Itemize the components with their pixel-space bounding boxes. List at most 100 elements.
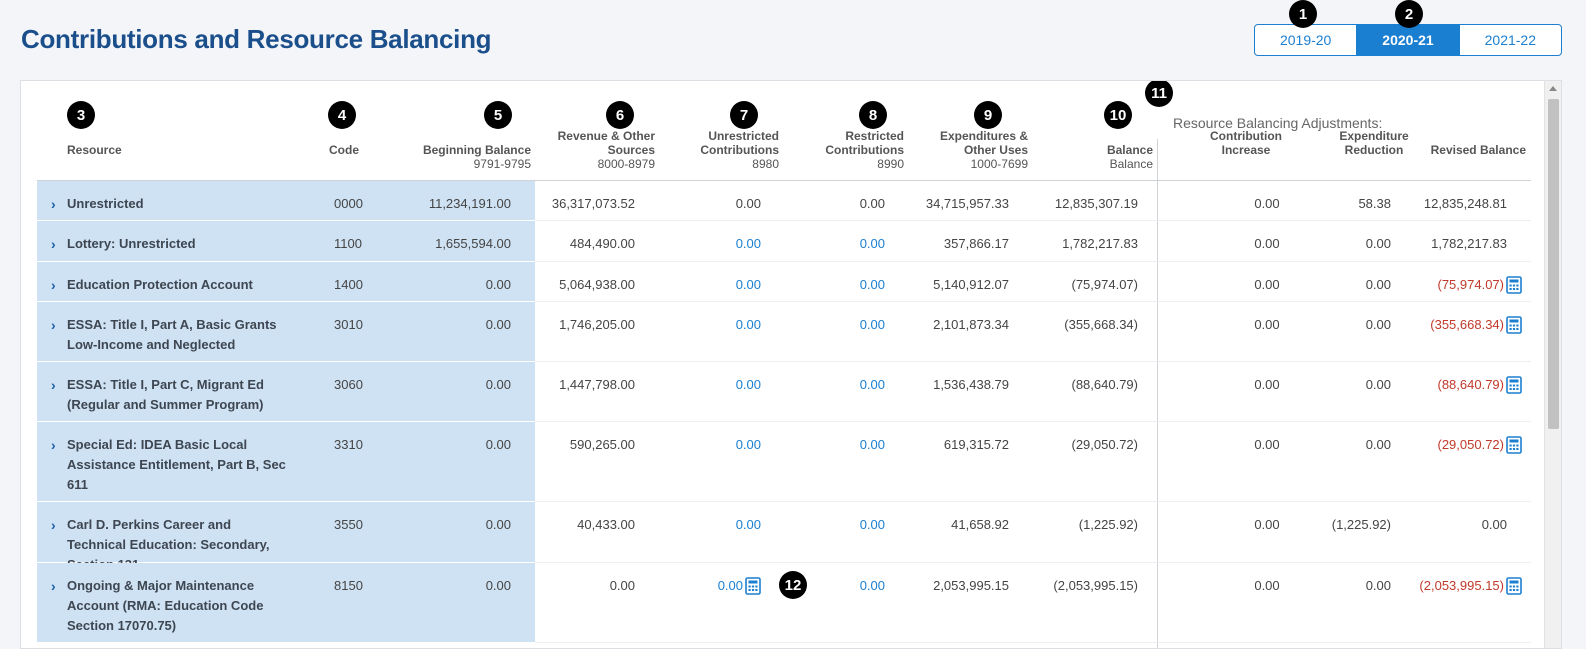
resource-name[interactable]: ESSA: Title I, Part C, Migrant Ed (Regul… <box>67 375 292 415</box>
restricted-contributions-cell[interactable]: 0.00 <box>805 435 885 455</box>
header-code: Code <box>329 143 359 157</box>
resource-code: 3310 <box>334 437 363 452</box>
tab-2019-20[interactable]: 2019-20 <box>1255 25 1358 55</box>
restricted-contributions-cell[interactable]: 0.00 <box>805 315 885 335</box>
unrestricted-contributions-cell[interactable]: 0.00 <box>677 576 761 596</box>
unrestricted-contributions-value[interactable]: 0.00 <box>736 517 761 532</box>
unrestricted-contributions-value[interactable]: 0.00 <box>736 277 761 292</box>
restricted-contributions-cell[interactable]: 0.00 <box>805 275 885 295</box>
restricted-contributions-cell[interactable]: 0.00 <box>805 576 885 596</box>
unrestricted-contributions-cell[interactable]: 0.00 <box>677 435 761 455</box>
table-row[interactable]: › Education Protection Account 1400 0.00 5,0… <box>37 262 1531 302</box>
unrestricted-contributions-value[interactable]: 0.00 <box>718 578 743 593</box>
revised-balance-value: (2,053,995.15) <box>1419 578 1504 593</box>
calculator-icon[interactable] <box>1504 576 1522 595</box>
callout-badge-4: 4 <box>328 101 356 129</box>
beginning-balance-value: 0.00 <box>485 317 511 332</box>
table-row[interactable]: › ESSA: Title I, Part C, Migrant Ed (Regu… <box>37 362 1531 422</box>
table-row[interactable]: › Special Ed: IDEA Basic Local Assistance… <box>37 422 1531 502</box>
table-row[interactable]: › Lottery: Unrestricted 1100 1,655,594.00 48… <box>37 221 1531 262</box>
unrestricted-contributions-cell[interactable]: 0.00 <box>677 234 761 254</box>
header-expenditures: Expenditures & Other Uses 1000-7699 <box>939 129 1028 171</box>
revised-balance-cell: (88,640.79) <box>1377 375 1522 395</box>
unrestricted-contributions-value[interactable]: 0.00 <box>736 317 761 332</box>
revised-balance-cell: (29,050.72) <box>1377 435 1522 455</box>
beginning-balance-value: 11,234,191.00 <box>428 196 511 211</box>
revenue-value: 1,746,205.00 <box>559 317 635 332</box>
vertical-scrollbar[interactable] <box>1544 81 1561 648</box>
restricted-contributions-cell[interactable]: 0.00 <box>805 234 885 254</box>
revised-balance-value: 1,782,217.83 <box>1431 236 1507 251</box>
calculator-icon[interactable] <box>743 576 761 595</box>
balance-value: (1,225.92) <box>1078 517 1138 532</box>
row-right-background <box>535 563 1531 643</box>
restricted-contributions-value[interactable]: 0.00 <box>860 437 885 452</box>
unrestricted-contributions-value[interactable]: 0.00 <box>736 437 761 452</box>
header-unrestricted-contributions: Unrestricted Contributions 8980 <box>700 129 779 171</box>
restricted-contributions-value[interactable]: 0.00 <box>860 377 885 392</box>
restricted-contributions-value[interactable]: 0.00 <box>860 277 885 292</box>
resource-name[interactable]: Education Protection Account <box>67 275 292 295</box>
restricted-contributions-cell[interactable]: 0.00 <box>805 375 885 395</box>
unrestricted-contributions-cell[interactable]: 0.00 <box>677 315 761 335</box>
balance-value: (2,053,995.15) <box>1053 578 1138 593</box>
calculator-icon[interactable] <box>1504 275 1522 294</box>
callout-badge-10: 10 <box>1104 101 1132 129</box>
expand-chevron-icon[interactable]: › <box>51 275 56 295</box>
expand-chevron-icon[interactable]: › <box>51 315 56 335</box>
expand-chevron-icon[interactable]: › <box>51 194 56 214</box>
expand-chevron-icon[interactable]: › <box>51 234 56 254</box>
restricted-contributions-value[interactable]: 0.00 <box>860 236 885 251</box>
expand-chevron-icon[interactable]: › <box>51 515 56 535</box>
revised-balance-value: (88,640.79) <box>1437 377 1505 392</box>
unrestricted-contributions-value[interactable]: 0.00 <box>736 377 761 392</box>
calculator-icon[interactable] <box>1504 315 1522 334</box>
unrestricted-contributions-value: 0.00 <box>735 196 761 211</box>
revised-balance-cell: 12,835,248.81 <box>1377 194 1507 214</box>
unrestricted-contributions-cell[interactable]: 0.00 <box>677 375 761 395</box>
tab-2020-21[interactable]: 2020-21 <box>1357 25 1460 55</box>
callout-badge-12: 12 <box>779 571 807 599</box>
resource-code: 3010 <box>334 317 363 332</box>
table-row[interactable]: › Unrestricted 0000 11,234,191.00 36,317,073… <box>37 181 1531 221</box>
page-title: Contributions and Resource Balancing <box>21 24 492 54</box>
callout-badge-3: 3 <box>67 101 95 129</box>
header-restricted-contributions: Restricted Contributions 8990 <box>825 129 904 171</box>
row-right-background <box>535 422 1531 502</box>
resource-name[interactable]: Special Ed: IDEA Basic Local Assistance … <box>67 435 292 495</box>
expand-chevron-icon[interactable]: › <box>51 435 56 455</box>
beginning-balance-value: 1,655,594.00 <box>435 236 511 251</box>
restricted-contributions-value[interactable]: 0.00 <box>860 317 885 332</box>
expand-chevron-icon[interactable]: › <box>51 375 56 395</box>
unrestricted-contributions-cell[interactable]: 0.00 <box>677 515 761 535</box>
revenue-value: 1,447,798.00 <box>559 377 635 392</box>
resource-name[interactable]: ESSA: Title I, Part A, Basic Grants Low-… <box>67 315 292 355</box>
expenditure-reduction-value: 58.38 <box>1358 196 1391 211</box>
resource-balancing-table-card: 3 4 5 6 7 8 9 10 11 12 Resource Code Beg… <box>20 80 1562 649</box>
expenditures-value: 41,658.92 <box>951 517 1009 532</box>
expand-chevron-icon[interactable]: › <box>51 576 56 596</box>
balance-value: (88,640.79) <box>1071 377 1139 392</box>
resource-name[interactable]: Unrestricted <box>67 194 292 214</box>
calculator-icon[interactable] <box>1504 435 1522 454</box>
restricted-contributions-value[interactable]: 0.00 <box>860 578 885 593</box>
beginning-balance-value: 0.00 <box>485 377 511 392</box>
tab-2021-22[interactable]: 2021-22 <box>1460 25 1561 55</box>
unrestricted-contributions-value[interactable]: 0.00 <box>736 236 761 251</box>
scroll-up-arrow-icon[interactable] <box>1549 86 1557 91</box>
restricted-contributions-cell[interactable]: 0.00 <box>805 515 885 535</box>
restricted-contributions-cell: 0.00 <box>805 194 885 214</box>
revised-balance-cell: (355,668.34) <box>1377 315 1522 335</box>
resource-name[interactable]: Lottery: Unrestricted <box>67 234 292 254</box>
scroll-thumb[interactable] <box>1548 99 1559 429</box>
restricted-contributions-value[interactable]: 0.00 <box>860 517 885 532</box>
calculator-icon[interactable] <box>1504 375 1522 394</box>
table-row[interactable]: › Carl D. Perkins Career and Technical Ed… <box>37 502 1531 572</box>
year-tabs: 2019-20 2020-21 2021-22 <box>1254 24 1562 56</box>
table-row[interactable]: › ESSA: Title I, Part A, Basic Grants Low… <box>37 302 1531 362</box>
header-revised-balance: Revised Balance <box>1430 143 1526 157</box>
balance-value: (355,668.34) <box>1064 317 1138 332</box>
resource-name[interactable]: Ongoing & Major Maintenance Account (RMA… <box>67 576 292 636</box>
revised-balance-cell: 0.00 <box>1377 515 1507 535</box>
unrestricted-contributions-cell[interactable]: 0.00 <box>677 275 761 295</box>
